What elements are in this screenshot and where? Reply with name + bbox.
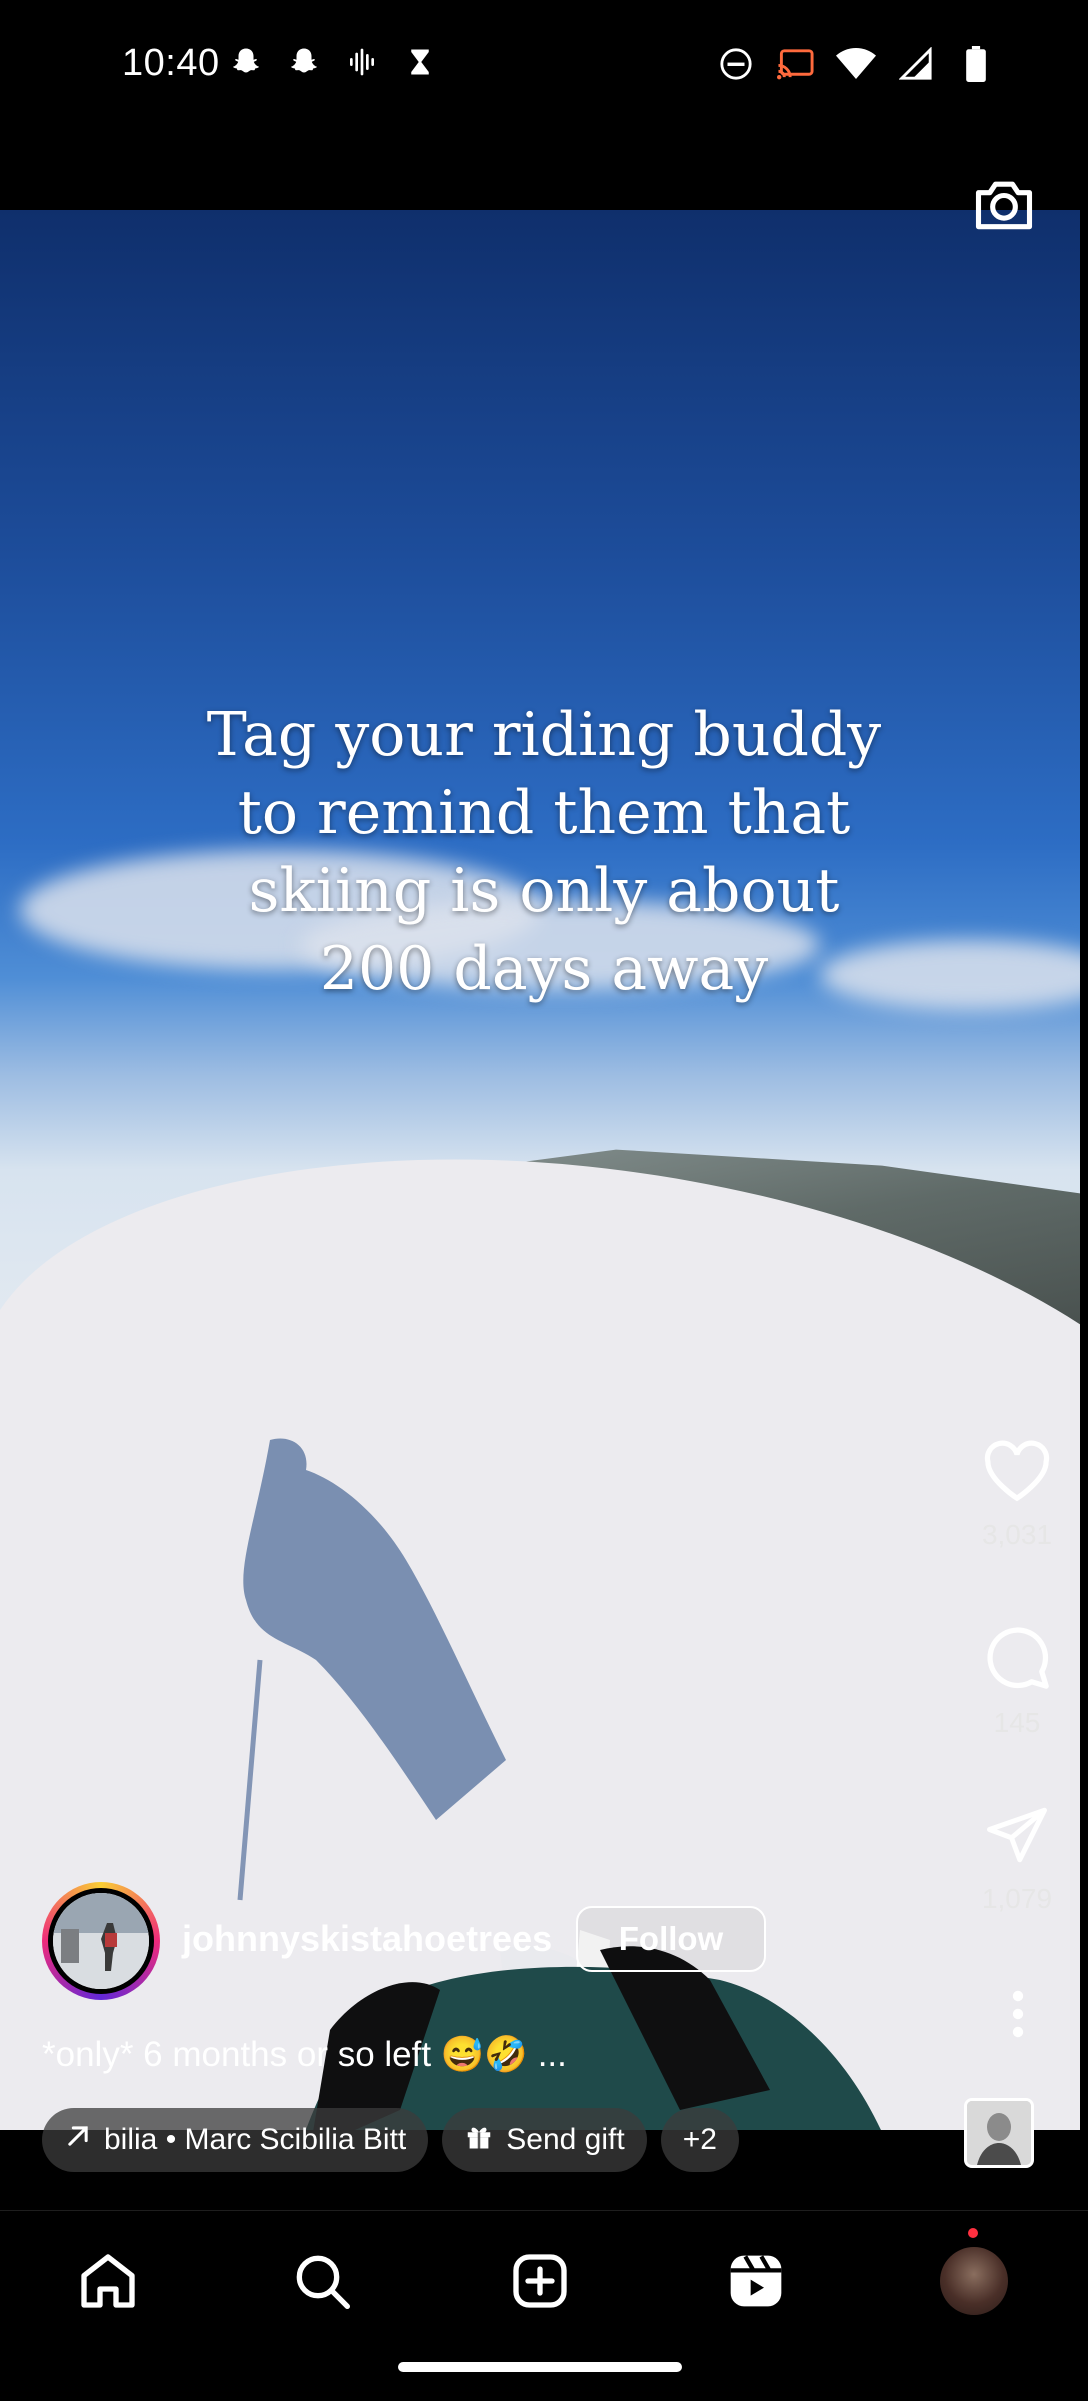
send-icon[interactable] [984,1802,1050,1873]
camera-icon[interactable] [970,170,1038,238]
notification-dot [968,2228,978,2238]
gift-icon [464,2121,494,2159]
overlay-line: to remind them that [237,778,851,848]
profile-avatar[interactable] [934,2241,1014,2321]
cast-icon [776,44,816,84]
send-gift-chip[interactable]: Send gift [442,2108,647,2172]
wifi-icon [836,44,876,84]
status-left-icons [226,42,440,82]
share-count: 1,079 [981,1883,1053,1914]
overlay-line: 200 days away [319,934,769,1004]
comment-action[interactable]: 145 [980,1622,1054,1739]
audio-chip[interactable]: bilia • Marc Scibilia Bitt [42,2108,429,2172]
comment-icon[interactable] [982,1622,1052,1697]
audio-thumbnail[interactable] [964,2098,1034,2168]
home-indicator[interactable] [398,2362,682,2372]
audio-wave-icon [342,42,382,82]
reel-video[interactable]: Tag your riding buddy to remind them tha… [0,210,1080,2130]
skier-legs [305,1930,881,2130]
follow-button[interactable]: Follow [576,1906,766,1972]
chip-row: bilia • Marc Scibilia Bitt Send gift +2 [42,2108,739,2172]
video-overlay-text: Tag your riding buddy to remind them tha… [0,696,1080,1008]
share-action[interactable]: 1,079 [980,1802,1054,1915]
search-icon[interactable] [282,2241,362,2321]
like-action[interactable]: 3,031 [980,1440,1054,1551]
overlay-line: Tag your riding buddy [206,700,882,770]
more-chip-label: +2 [682,2123,717,2156]
more-options-icon[interactable] [1006,1990,1030,2038]
reels-icon[interactable] [716,2241,796,2321]
battery-icon [956,44,996,84]
create-icon[interactable] [500,2241,580,2321]
snapchat-icon [284,42,324,82]
like-count: 3,031 [981,1519,1053,1550]
overlay-line: skiing is only about [248,856,840,926]
home-icon[interactable] [68,2241,148,2321]
reel-caption[interactable]: *only* 6 months or so left 😅🤣 ... [42,2034,567,2075]
snapchat-icon [226,42,266,82]
arrow-up-right-icon [64,2122,92,2158]
status-time: 10:40 [122,42,220,84]
more-chip[interactable]: +2 [660,2108,739,2172]
heart-icon[interactable] [982,1440,1052,1509]
status-bar: 10:40 [0,0,1088,210]
author-username[interactable]: johnnyskistahoetrees [182,1918,552,1960]
bottom-navigation [0,2210,1088,2401]
do-not-disturb-icon [716,44,756,84]
send-gift-label: Send gift [506,2123,625,2156]
author-avatar[interactable] [42,1882,160,2000]
status-right-icons [716,44,996,84]
audio-chip-label: bilia • Marc Scibilia Bitt [104,2123,407,2156]
comment-count: 145 [993,1707,1041,1738]
signal-icon [896,44,936,84]
hourglass-icon [400,42,440,82]
